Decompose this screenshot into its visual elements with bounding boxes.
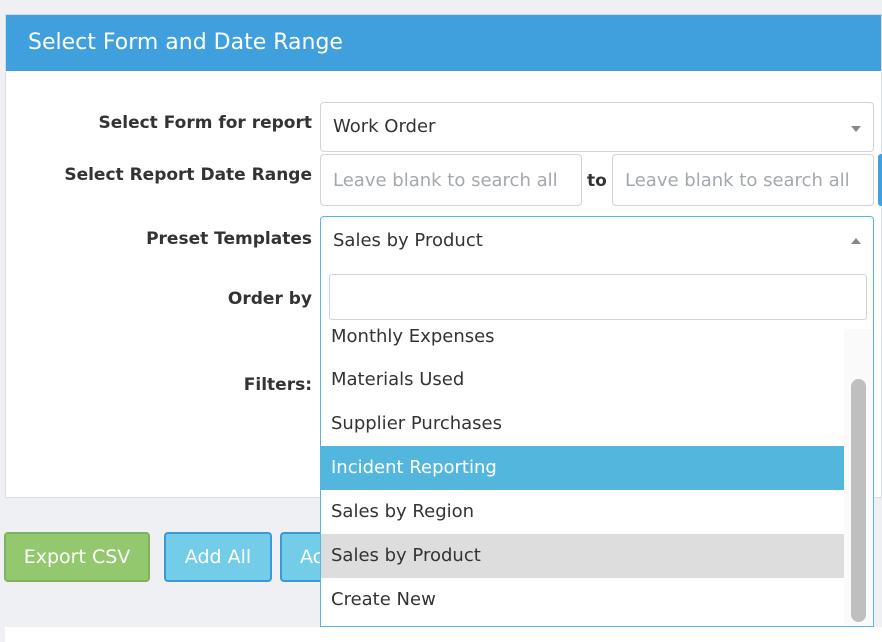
preset-templates-select[interactable]: Sales by Product bbox=[320, 216, 874, 266]
option-monthly-expenses[interactable]: Monthly Expenses bbox=[321, 326, 845, 358]
scrollbar-thumb[interactable] bbox=[851, 379, 866, 622]
calendar-button-edge[interactable] bbox=[878, 154, 882, 206]
option-incident-reporting[interactable]: Incident Reporting bbox=[321, 446, 845, 490]
form-select[interactable]: Work Order bbox=[320, 102, 874, 152]
date-to-input[interactable] bbox=[612, 154, 874, 206]
dropdown-scrollbar[interactable] bbox=[844, 329, 872, 625]
form-select-value: Work Order bbox=[333, 116, 436, 137]
form-select-label: Select Form for report bbox=[98, 113, 312, 133]
option-materials-used[interactable]: Materials Used bbox=[321, 358, 845, 402]
chevron-down-icon bbox=[851, 126, 861, 132]
panel-title: Select Form and Date Range bbox=[28, 30, 343, 55]
date-range-label: Select Report Date Range bbox=[64, 165, 312, 185]
option-sales-by-region[interactable]: Sales by Region bbox=[321, 490, 845, 534]
add-all-button[interactable]: Add All bbox=[164, 532, 272, 582]
preset-templates-dropdown: Monthly Expenses Materials Used Supplier… bbox=[320, 264, 874, 627]
export-csv-button[interactable]: Export CSV bbox=[4, 532, 150, 582]
preset-templates-label: Preset Templates bbox=[146, 229, 312, 249]
order-by-label: Order by bbox=[227, 289, 312, 309]
next-panel bbox=[5, 627, 882, 642]
date-to-label: to bbox=[587, 171, 607, 191]
option-supplier-purchases[interactable]: Supplier Purchases bbox=[321, 402, 845, 446]
date-from-input[interactable] bbox=[320, 154, 582, 206]
filters-label: Filters: bbox=[243, 375, 312, 395]
option-sales-by-product[interactable]: Sales by Product bbox=[321, 534, 845, 578]
preset-select-value: Sales by Product bbox=[333, 230, 483, 251]
dropdown-search-input[interactable] bbox=[329, 274, 867, 320]
panel-header: Select Form and Date Range bbox=[6, 15, 881, 71]
chevron-up-icon bbox=[851, 238, 861, 244]
dropdown-options: Monthly Expenses Materials Used Supplier… bbox=[321, 326, 845, 622]
option-create-new[interactable]: Create New bbox=[321, 578, 845, 622]
